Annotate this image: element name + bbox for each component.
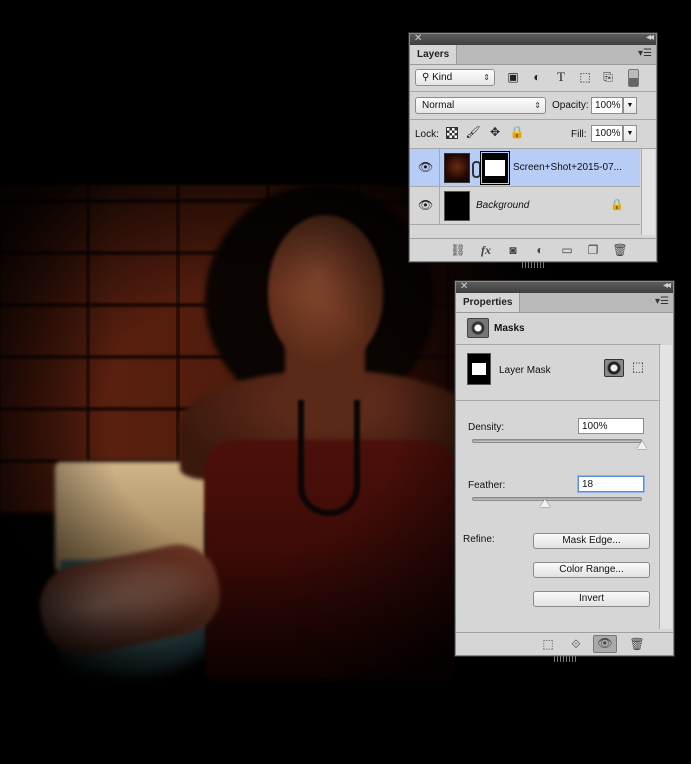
fx-icon[interactable]: fx — [478, 243, 494, 258]
feather-input[interactable]: 18 — [578, 476, 644, 492]
lock-transparent-icon[interactable] — [446, 127, 458, 139]
panel-titlebar[interactable]: ✕ ◂◂ — [410, 32, 656, 45]
tab-layers[interactable]: Layers — [410, 45, 458, 64]
link-icon[interactable]: ⛓ — [450, 243, 466, 257]
properties-scrollbar[interactable] — [659, 345, 672, 629]
panel-menu-icon[interactable]: ▾☰ — [638, 48, 652, 59]
close-icon[interactable]: ✕ — [460, 281, 468, 292]
opacity-dropdown-icon[interactable]: ▼ — [623, 97, 637, 114]
vector-mask-add-icon[interactable]: ⬚ — [629, 360, 647, 374]
delete-mask-icon[interactable]: 🗑 — [629, 637, 645, 651]
properties-footer: ⬚ ⟐ 👁 🗑 — [456, 632, 673, 662]
eye-icon[interactable]: 👁 — [418, 198, 433, 212]
collapse-icon[interactable]: ◂◂ — [646, 32, 654, 43]
lock-position-icon[interactable]: ✥ — [487, 125, 503, 139]
resize-grip[interactable] — [522, 262, 544, 268]
adjustment-icon[interactable]: ◐ — [532, 243, 548, 257]
layers-panel: ✕ ◂◂ Layers ▾☰ ⚲ Kind ⇕ ▣ ◐ T ⬚ ⎘ Normal… — [409, 32, 657, 268]
layer-name[interactable]: Background — [476, 200, 529, 211]
search-icon: ⚲ — [422, 72, 430, 83]
layer-row-background[interactable]: 👁 Background 🔒 — [410, 187, 640, 225]
layer-name[interactable]: Screen+Shot+2015-07... — [513, 162, 622, 173]
apply-mask-icon[interactable]: ⟐ — [568, 637, 584, 652]
panel-titlebar[interactable]: ✕ ◂◂ — [456, 280, 673, 293]
feather-label: Feather: — [468, 480, 506, 491]
filter-type-icon[interactable]: T — [554, 70, 568, 84]
eye-icon[interactable]: 👁 — [418, 160, 433, 174]
collapse-icon[interactable]: ◂◂ — [663, 280, 671, 291]
masks-header-icon — [467, 318, 489, 338]
close-icon[interactable]: ✕ — [414, 33, 422, 44]
new-layer-icon[interactable]: ❐ — [585, 243, 601, 257]
layer-row-screenshot[interactable]: 👁 Screen+Shot+2015-07... — [410, 149, 640, 187]
blend-mode-value: Normal — [422, 100, 455, 111]
trash-icon[interactable]: 🗑 — [612, 243, 628, 257]
color-range-button[interactable]: Color Range... — [533, 562, 650, 578]
opacity-label: Opacity: — [552, 100, 589, 111]
lock-all-icon[interactable]: 🔒 — [509, 125, 525, 139]
filter-shape-icon[interactable]: ⬚ — [578, 70, 592, 84]
layers-scrollbar[interactable] — [641, 149, 655, 235]
layers-list: 👁 Screen+Shot+2015-07... 👁 Background 🔒 — [410, 149, 656, 235]
density-slider-track[interactable] — [472, 439, 642, 443]
density-slider-thumb[interactable] — [637, 441, 647, 449]
chevron-updown-icon: ⇕ — [483, 73, 490, 82]
fill-input[interactable]: 100% — [591, 125, 623, 142]
resize-grip[interactable] — [553, 656, 576, 662]
filter-smartobject-icon[interactable]: ⎘ — [601, 70, 615, 84]
density-input[interactable]: 100% — [578, 418, 644, 434]
fill-dropdown-icon[interactable]: ▼ — [623, 125, 637, 142]
fill-label: Fill: — [571, 129, 587, 140]
refine-label: Refine: — [463, 534, 495, 545]
section-title: Masks — [494, 323, 525, 334]
panel-menu-icon[interactable]: ▾☰ — [655, 296, 669, 307]
filter-adjustment-icon[interactable]: ◐ — [530, 70, 544, 84]
add-mask-icon[interactable]: ◙ — [505, 243, 521, 257]
layers-footer: ⛓ fx ◙ ◐ ▭ ❐ 🗑 — [410, 238, 656, 268]
chain-link-icon[interactable] — [472, 161, 481, 178]
feather-slider-track[interactable] — [472, 497, 642, 501]
filter-kind-label: Kind — [432, 72, 453, 83]
layers-tabbar: Layers ▾☰ — [410, 45, 656, 65]
tab-properties[interactable]: Properties — [456, 293, 521, 312]
mask-edge-button[interactable]: Mask Edge... — [533, 533, 650, 549]
properties-tabbar: Properties ▾☰ — [456, 293, 673, 313]
filter-pixel-icon[interactable]: ▣ — [506, 70, 520, 84]
lock-label: Lock: — [415, 129, 439, 140]
layer-thumbnail[interactable] — [444, 153, 470, 183]
blend-mode-select[interactable]: Normal ⇕ — [415, 97, 546, 114]
layer-thumbnail[interactable] — [444, 191, 470, 221]
mask-preview-thumbnail — [467, 353, 491, 385]
toggle-mask-visibility-icon[interactable]: 👁 — [593, 635, 617, 653]
filter-toggle-icon[interactable] — [628, 69, 639, 87]
feather-slider-thumb[interactable] — [540, 499, 551, 507]
mask-thumbnail[interactable] — [480, 151, 510, 185]
pixel-mask-button[interactable] — [604, 359, 624, 377]
filter-kind-select[interactable]: ⚲ Kind ⇕ — [415, 69, 495, 86]
folder-icon[interactable]: ▭ — [559, 243, 575, 257]
lock-image-brush-icon[interactable]: 🖌 — [465, 125, 481, 139]
density-label: Density: — [468, 422, 505, 433]
selection-from-mask-icon[interactable]: ⬚ — [540, 637, 556, 651]
chevron-updown-icon: ⇕ — [534, 101, 541, 110]
mask-type-label: Layer Mask — [499, 365, 551, 376]
lock-icon[interactable]: 🔒 — [610, 198, 624, 212]
opacity-input[interactable]: 100% — [591, 97, 623, 114]
properties-panel: ✕ ◂◂ Properties ▾☰ Masks Layer Mask ⬚ De… — [455, 280, 674, 662]
invert-button[interactable]: Invert — [533, 591, 650, 607]
